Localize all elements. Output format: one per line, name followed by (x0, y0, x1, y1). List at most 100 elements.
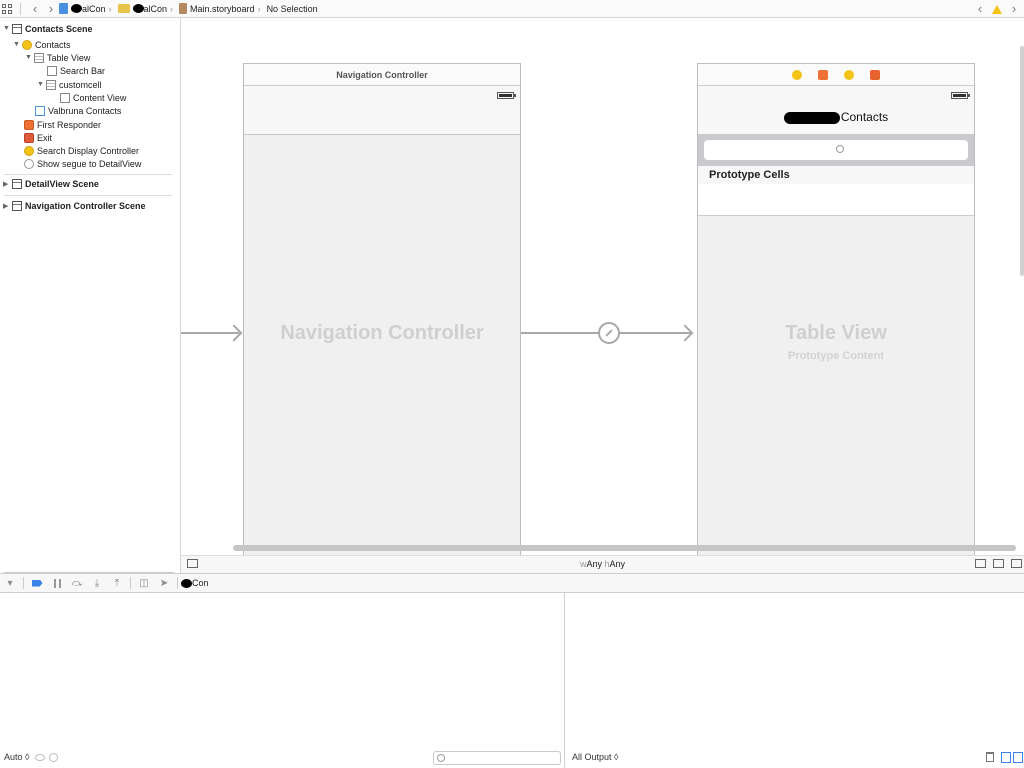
search-display-controller-icon[interactable] (844, 69, 854, 80)
resolve-layout-icon[interactable] (1011, 559, 1022, 568)
breadcrumb-label: No Selection (266, 3, 318, 14)
debug-target-label[interactable]: Con (192, 578, 209, 588)
chevron-right-icon: › (108, 3, 112, 14)
step-over-icon[interactable]: ⤼ (67, 576, 87, 590)
search-field[interactable] (704, 140, 968, 160)
storyboard-canvas[interactable]: Navigation Controller Navigation Control… (181, 18, 1024, 555)
divider (23, 577, 24, 589)
breadcrumb-selection[interactable]: No Selection (267, 4, 318, 14)
divider (20, 2, 21, 15)
forward-button[interactable]: › (43, 1, 59, 16)
content-view-icon (60, 92, 70, 103)
back-button[interactable]: ‹ (27, 1, 43, 16)
related-items-icon[interactable] (2, 3, 14, 14)
console-footer: All Output ◊ (572, 750, 618, 764)
segue-relationship-icon[interactable] (598, 322, 620, 344)
scene-placeholder-sublabel: Prototype Content (788, 350, 884, 362)
divider (4, 195, 172, 196)
horizontal-scrollbar[interactable] (233, 545, 1016, 551)
variables-view[interactable]: Auto ◊ (0, 593, 565, 768)
eye-icon[interactable] (35, 753, 46, 761)
outline-item-navigation-item[interactable]: Valbruna Contacts (35, 104, 121, 117)
redacted-mark (181, 578, 192, 588)
show-console-pane-icon[interactable] (1013, 752, 1023, 763)
disclosure-open-icon[interactable]: ▼ (3, 25, 12, 32)
disclosure-open-icon[interactable]: ▼ (25, 54, 34, 61)
disclosure-closed-icon[interactable]: ▶ (3, 202, 12, 210)
console-output-popup[interactable]: All Output ◊ (572, 752, 618, 762)
navigation-title[interactable]: Contacts (698, 110, 974, 124)
outline-item-label: Table View (47, 52, 91, 63)
outline-item-first-responder[interactable]: First Responder (24, 118, 101, 131)
arrow-head-icon (225, 324, 243, 342)
outline-item-detailview-scene[interactable]: ▶ DetailView Scene (3, 177, 99, 190)
previous-issue-icon[interactable]: ‹ (972, 2, 988, 16)
scene-placeholder-label: Navigation Controller (280, 322, 484, 344)
document-outline: ▼ Contacts Scene ▼ Contacts ▼ Table View… (0, 18, 181, 586)
breadcrumb-label: alCon (143, 3, 168, 14)
exit-icon[interactable] (870, 69, 880, 80)
disclosure-open-icon[interactable]: ▼ (37, 81, 46, 88)
outline-item-segue[interactable]: Show segue to DetailView (24, 157, 141, 170)
first-responder-icon[interactable] (818, 69, 828, 80)
table-cell-icon (46, 79, 56, 90)
view-controller-icon[interactable] (792, 69, 802, 80)
step-into-icon[interactable]: ⤓ (87, 576, 107, 590)
outline-item-label: Search Bar (60, 65, 106, 76)
show-variables-pane-icon[interactable] (1001, 752, 1011, 763)
scene-icon (12, 200, 22, 211)
segue-icon (24, 158, 34, 169)
outline-item-contacts[interactable]: ▼ Contacts (13, 38, 71, 51)
navigation-controller-scene[interactable]: Navigation Controller Navigation Control… (243, 63, 521, 555)
disclosure-open-icon[interactable]: ▼ (13, 41, 22, 48)
breakpoints-toggle[interactable] (27, 576, 47, 590)
contacts-scene[interactable]: Contacts Prototype Cells Table View Prot… (697, 63, 975, 555)
breadcrumb-file[interactable]: Main.storyboard › (179, 3, 264, 14)
outline-item-search-display-controller[interactable]: Search Display Controller (24, 144, 139, 157)
warning-icon[interactable] (992, 4, 1002, 14)
info-icon[interactable] (49, 752, 59, 762)
outline-item-contacts-scene[interactable]: ▼ Contacts Scene (3, 22, 93, 35)
battery-icon (497, 92, 516, 99)
outline-item-exit[interactable]: Exit (24, 131, 52, 144)
size-class-bar: wAny hAny (181, 555, 1024, 573)
storyboard-icon (179, 3, 188, 14)
navigation-bar (244, 86, 520, 135)
project-icon (59, 3, 68, 14)
outline-item-content-view[interactable]: Content View (60, 91, 126, 104)
variables-footer: Auto ◊ (4, 750, 59, 764)
variables-filter-field[interactable] (433, 751, 561, 765)
console-view[interactable]: All Output ◊ (566, 593, 1024, 768)
vertical-scrollbar[interactable] (1020, 46, 1024, 276)
size-class-control[interactable]: wAny hAny (181, 559, 1024, 569)
disclosure-closed-icon[interactable]: ▶ (3, 180, 12, 188)
align-icon[interactable] (975, 559, 986, 568)
outline-item-label: Valbruna Contacts (48, 105, 122, 116)
outline-item-customcell[interactable]: ▼ customcell (37, 78, 102, 91)
view-debugger-icon[interactable]: ◫ (134, 576, 154, 590)
outline-item-table-view[interactable]: ▼ Table View (25, 51, 90, 64)
first-responder-icon (24, 119, 34, 130)
exit-icon (24, 132, 34, 143)
debug-bar: ▾ ⤼ ⤓ ⤒ ◫ ➤ Con (0, 573, 1024, 593)
location-icon[interactable]: ➤ (154, 576, 174, 590)
scene-icon (12, 178, 22, 189)
trash-icon[interactable] (986, 752, 994, 762)
outline-item-navigation-controller-scene[interactable]: ▶ Navigation Controller Scene (3, 199, 146, 212)
outline-item-search-bar[interactable]: Search Bar (47, 64, 105, 77)
next-issue-icon[interactable]: › (1006, 2, 1022, 16)
outline-item-label: Contacts Scene (25, 23, 93, 34)
prototype-cell[interactable] (698, 184, 974, 216)
pin-icon[interactable] (993, 559, 1004, 568)
outline-item-label: Navigation Controller Scene (25, 200, 146, 211)
breadcrumb-group[interactable]: alCon › (117, 3, 177, 14)
chevron-right-icon: › (170, 3, 174, 14)
search-bar[interactable] (698, 135, 974, 166)
hide-debug-area-icon[interactable]: ▾ (0, 576, 20, 590)
step-out-icon[interactable]: ⤒ (107, 576, 127, 590)
pause-button[interactable] (47, 576, 67, 590)
battery-icon (951, 92, 970, 99)
search-display-controller-icon (24, 145, 34, 156)
variables-scope-popup[interactable]: Auto ◊ (4, 752, 29, 762)
breadcrumb-project[interactable]: alCon › (59, 3, 115, 14)
